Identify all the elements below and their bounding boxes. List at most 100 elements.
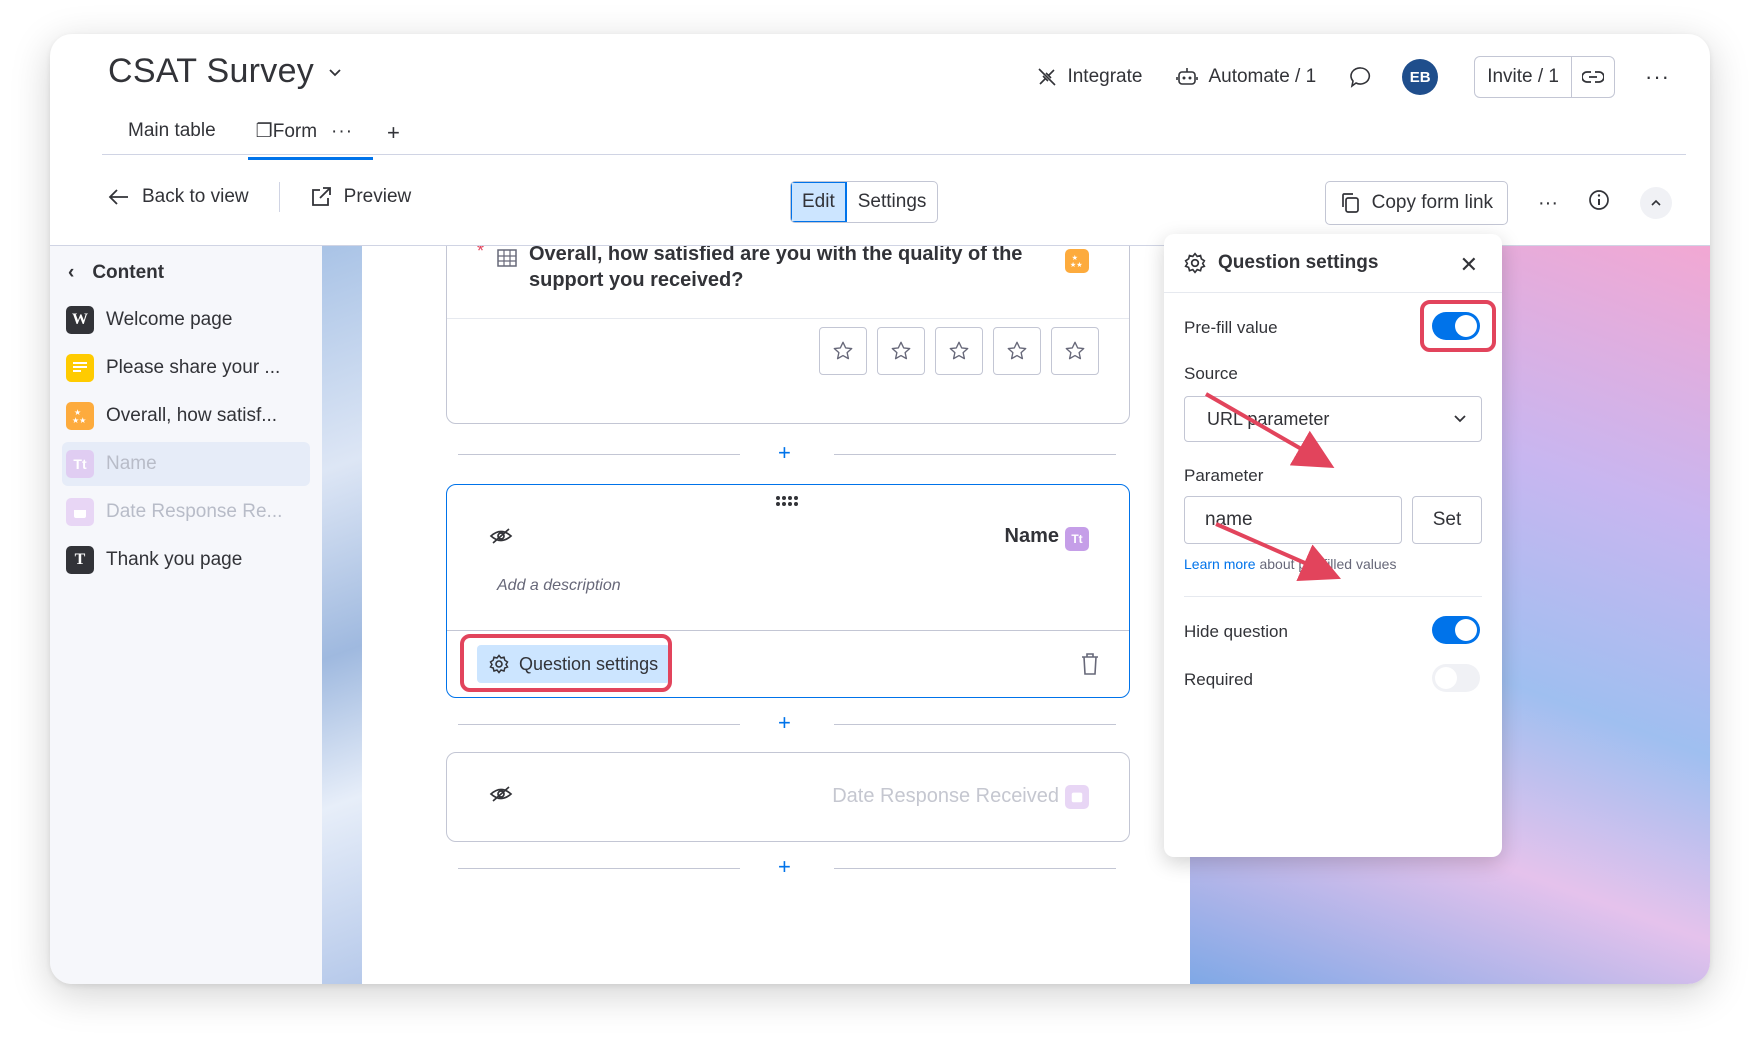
chevron-up-icon [1651, 199, 1661, 206]
add-question-row: + [458, 710, 1118, 735]
hidden-eye-icon[interactable] [489, 527, 513, 545]
invite-button[interactable]: Invite / 1 [1474, 56, 1616, 98]
link-icon [1582, 71, 1605, 83]
sidebar-item-thank-you-page[interactable]: T Thank you page [62, 538, 310, 582]
star-icon [1007, 341, 1027, 360]
prefill-label: Pre-fill value [1184, 318, 1278, 337]
sidebar-item-welcome-page[interactable]: W Welcome page [62, 298, 310, 342]
form-canvas: * Overall, how satisfied are you with th… [362, 246, 1190, 984]
chevron-down-icon[interactable] [328, 65, 342, 79]
tab-form-label: Form [272, 121, 318, 142]
required-toggle[interactable] [1432, 664, 1480, 692]
learn-more-text: Learn more about pre-filled values [1184, 556, 1397, 572]
gear-icon [1184, 252, 1206, 274]
more-options-icon[interactable]: ··· [1645, 64, 1670, 90]
chat-bubble-icon [1350, 67, 1371, 88]
copy-icon [1341, 193, 1359, 213]
drag-handle-icon[interactable] [775, 495, 801, 507]
edit-mode-button[interactable]: Edit [791, 182, 847, 222]
rating-question-card[interactable]: * Overall, how satisfied are you with th… [446, 246, 1130, 424]
settings-mode-button[interactable]: Settings [847, 182, 938, 222]
card-divider [447, 630, 1129, 631]
back-to-view-button[interactable]: Back to view [104, 178, 253, 216]
close-icon[interactable]: ✕ [1460, 252, 1478, 278]
sidebar-item-rating-question[interactable]: ★ ★★ Overall, how satisf... [62, 394, 310, 438]
star-icon [891, 341, 911, 360]
mode-switch: Edit Settings [790, 181, 939, 223]
app-window: CSAT Survey Main table ❐Form ··· + Integr… [50, 34, 1710, 984]
long-text-icon [66, 354, 94, 382]
integrate-icon [1038, 68, 1057, 86]
star-icon [949, 341, 969, 360]
table-grid-icon [497, 249, 517, 267]
form-toolbar: Back to view Preview Edit Settings Copy … [50, 156, 1710, 246]
preview-button[interactable]: Preview [306, 178, 416, 216]
add-view-button[interactable]: + [373, 114, 414, 152]
updates-button[interactable] [1350, 66, 1372, 88]
star-icon [1065, 341, 1085, 360]
star-rating [819, 327, 1099, 375]
text-column-icon: Tt [1065, 527, 1089, 551]
welcome-page-icon: W [66, 306, 94, 334]
sidebar-item-long-text-question[interactable]: Please share your ... [62, 346, 310, 390]
avatar[interactable]: EB [1402, 59, 1439, 95]
copy-board-link-button[interactable] [1571, 57, 1614, 97]
chevron-left-icon[interactable]: ‹ [68, 262, 74, 284]
content-sidebar: ‹ Content W Welcome page Please share yo… [50, 246, 322, 984]
board-title-row: CSAT Survey [108, 52, 342, 91]
sidebar-heading: ‹ Content [68, 262, 165, 284]
board-title[interactable]: CSAT Survey [108, 52, 314, 91]
question-title[interactable]: Overall, how satisfied are you with the … [529, 246, 1049, 293]
star-option[interactable] [819, 327, 867, 375]
svg-text:★★: ★★ [72, 416, 86, 425]
star-option[interactable] [993, 327, 1041, 375]
card-divider [447, 318, 1129, 319]
chevron-down-icon [1454, 415, 1466, 423]
toolbar-divider [278, 182, 280, 212]
source-select[interactable]: URL parameter [1184, 396, 1482, 442]
question-title[interactable]: Name [1005, 525, 1059, 548]
question-settings-panel: Question settings ✕ Pre-fill value Sourc… [1164, 234, 1502, 857]
text-column-icon: Tt [66, 450, 94, 478]
integrate-button[interactable]: Integrate [1037, 66, 1142, 88]
star-option[interactable] [1051, 327, 1099, 375]
sidebar-item-name-question[interactable]: Tt Name [62, 442, 310, 486]
hidden-eye-icon[interactable] [489, 785, 513, 803]
required-label: Required [1184, 670, 1253, 689]
add-question-button[interactable]: + [778, 710, 791, 736]
date-question-card[interactable]: Date Response Received [446, 752, 1130, 842]
description-placeholder[interactable]: Add a description [497, 577, 621, 595]
sidebar-item-date-question[interactable]: Date Response Re... [62, 490, 310, 534]
add-question-button[interactable]: + [778, 440, 791, 466]
rating-icon: ★ ★★ [66, 402, 94, 430]
automate-button[interactable]: Automate / 1 [1176, 66, 1316, 88]
robot-icon [1176, 68, 1199, 85]
set-button[interactable]: Set [1412, 496, 1482, 544]
add-question-button[interactable]: + [778, 854, 791, 880]
rating-icon: ★ ★★ [1065, 249, 1089, 273]
calendar-icon [66, 498, 94, 526]
collapse-header-button[interactable] [1640, 187, 1672, 219]
add-question-row: + [458, 440, 1118, 465]
star-option[interactable] [935, 327, 983, 375]
header-actions: Integrate Automate / 1 EB Invite / 1 ··· [1003, 56, 1670, 98]
form-background-left [322, 246, 362, 984]
question-title[interactable]: Date Response Received [832, 785, 1059, 808]
source-label: Source [1184, 364, 1238, 383]
copy-form-link-button[interactable]: Copy form link [1324, 181, 1509, 225]
panel-header: Question settings [1184, 252, 1378, 274]
star-icon [833, 341, 853, 360]
hide-question-toggle[interactable] [1432, 616, 1480, 644]
info-icon[interactable] [1588, 189, 1610, 217]
svg-text:★★: ★★ [1070, 260, 1083, 269]
panel-divider [1164, 292, 1502, 293]
form-more-options-icon[interactable]: ··· [1538, 192, 1558, 215]
star-option[interactable] [877, 327, 925, 375]
hide-question-label: Hide question [1184, 622, 1288, 641]
external-link-icon [311, 187, 331, 206]
parameter-input[interactable]: name [1184, 496, 1402, 544]
learn-more-link[interactable]: Learn more [1184, 556, 1256, 572]
form-view-icon: ❐ [255, 121, 273, 142]
tab-options-icon[interactable]: ··· [331, 121, 353, 142]
trash-icon[interactable] [1081, 653, 1099, 675]
